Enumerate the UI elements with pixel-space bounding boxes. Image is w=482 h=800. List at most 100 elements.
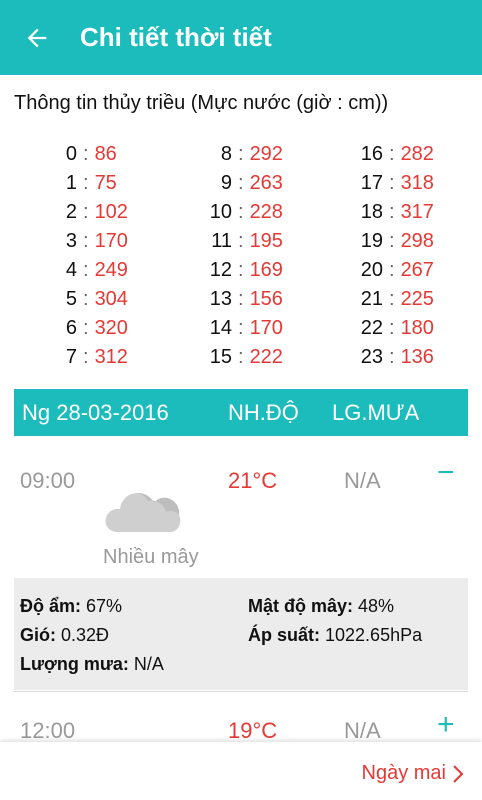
tide-separator: : bbox=[389, 201, 395, 223]
tide-separator: : bbox=[389, 317, 395, 339]
tide-separator: : bbox=[238, 143, 244, 165]
tide-level: 298 bbox=[400, 230, 434, 252]
pressure-value: 1022.65hPa bbox=[325, 625, 423, 645]
tide-hour: 21 bbox=[360, 288, 383, 310]
entry-temperature: 21°C bbox=[228, 468, 278, 493]
tide-separator: : bbox=[83, 288, 89, 310]
tide-hour: 19 bbox=[360, 230, 383, 252]
next-day-button[interactable]: Ngày mai bbox=[362, 762, 464, 785]
tide-separator: : bbox=[389, 143, 395, 165]
rainfall-label: Lượng mưa: bbox=[20, 654, 129, 674]
tide-row: 20:267 bbox=[347, 256, 434, 285]
tide-separator: : bbox=[83, 143, 89, 165]
tide-column: 0:86 1:75 2:102 3:170 4:249 5:304 6:320 7:312 bbox=[55, 140, 128, 372]
cloud-icon bbox=[104, 484, 182, 539]
tide-separator: : bbox=[83, 201, 89, 223]
tide-row: 2:102 bbox=[55, 198, 128, 227]
entry-time: 09:00 bbox=[20, 468, 76, 493]
wind-row: Gió: 0.32Đ bbox=[20, 625, 109, 646]
tide-hour: 6 bbox=[65, 317, 77, 339]
tide-hour: 3 bbox=[65, 230, 77, 252]
tide-level: 102 bbox=[94, 201, 128, 223]
tide-row: 19:298 bbox=[347, 227, 434, 256]
tide-hour: 11 bbox=[211, 230, 232, 252]
tide-separator: : bbox=[389, 172, 395, 194]
wind-value: 0.32Đ bbox=[61, 625, 110, 645]
tide-separator: : bbox=[389, 346, 395, 368]
tide-row: 8:292 bbox=[196, 140, 283, 169]
pressure-row: Áp suất: 1022.65hPa bbox=[248, 625, 422, 646]
forecast-table-header: Ng 28-03-2016 NH.ĐỘ LG.MƯA bbox=[14, 389, 468, 436]
tide-level: 170 bbox=[94, 230, 128, 252]
tide-separator: : bbox=[83, 259, 89, 281]
weather-description: Nhiều mây bbox=[103, 546, 199, 568]
tide-row: 5:304 bbox=[55, 285, 128, 314]
tide-row: 0:86 bbox=[55, 140, 128, 169]
humidity-value: 67% bbox=[86, 596, 123, 616]
tide-level: 228 bbox=[249, 201, 283, 223]
collapse-button[interactable]: − bbox=[437, 458, 455, 488]
entry-rain: N/A bbox=[344, 718, 381, 743]
tide-row: 4:249 bbox=[55, 256, 128, 285]
expand-button[interactable]: + bbox=[437, 710, 455, 740]
tide-level: 312 bbox=[94, 346, 128, 368]
next-day-label: Ngày mai bbox=[361, 762, 446, 784]
pressure-label: Áp suất: bbox=[248, 625, 320, 645]
rainfall-value: N/A bbox=[133, 654, 164, 674]
tide-level: 282 bbox=[400, 143, 434, 165]
tide-level: 292 bbox=[249, 143, 283, 165]
rainfall-row: Lượng mưa: N/A bbox=[20, 654, 164, 675]
tide-level: 320 bbox=[94, 317, 128, 339]
tide-row: 13:156 bbox=[196, 285, 283, 314]
tide-separator: : bbox=[83, 172, 89, 194]
tide-row: 17:318 bbox=[347, 169, 434, 198]
tide-separator: : bbox=[83, 230, 89, 252]
tide-hour: 5 bbox=[65, 288, 77, 310]
cloud-cover-value: 48% bbox=[358, 596, 395, 616]
tide-row: 21:225 bbox=[347, 285, 434, 314]
arrow-left-icon bbox=[27, 28, 47, 47]
wind-label: Gió: bbox=[20, 625, 56, 645]
tide-level: 222 bbox=[249, 346, 283, 368]
tide-level: 263 bbox=[249, 172, 283, 194]
tide-hour: 8 bbox=[220, 143, 232, 165]
rain-header: LG.MƯA bbox=[332, 400, 420, 425]
tide-row: 16:282 bbox=[347, 140, 434, 169]
tide-separator: : bbox=[238, 172, 244, 194]
tide-level: 318 bbox=[400, 172, 434, 194]
page-title: Chi tiết thời tiết bbox=[80, 22, 272, 52]
tide-column: 16:282 17:318 18:317 19:298 20:267 21:225 22:1… bbox=[347, 140, 434, 372]
tide-level: 317 bbox=[400, 201, 434, 223]
tide-level: 169 bbox=[249, 259, 283, 281]
temperature-header: NH.ĐỘ bbox=[228, 400, 299, 425]
tide-separator: : bbox=[389, 230, 395, 252]
tide-hour: 4 bbox=[65, 259, 77, 281]
tide-separator: : bbox=[238, 288, 244, 310]
entry-time: 12:00 bbox=[20, 718, 76, 743]
humidity-label: Độ ẩm: bbox=[20, 596, 82, 616]
tide-separator: : bbox=[389, 259, 395, 281]
tide-level: 225 bbox=[400, 288, 434, 310]
tide-row: 14:170 bbox=[196, 314, 283, 343]
tide-row: 7:312 bbox=[55, 343, 128, 372]
chevron-right-icon bbox=[453, 764, 464, 783]
tide-level: 180 bbox=[400, 317, 434, 339]
tide-hour: 1 bbox=[65, 172, 77, 194]
tide-level: 136 bbox=[400, 346, 434, 368]
tide-row: 10:228 bbox=[196, 198, 283, 227]
app-bar: Chi tiết thời tiết bbox=[0, 0, 482, 75]
tide-column: 8:292 9:263 10:228 11:195 12:169 13:156 14:170… bbox=[196, 140, 283, 372]
tide-hour: 16 bbox=[360, 143, 383, 165]
tide-level: 267 bbox=[400, 259, 434, 281]
humidity-row: Độ ẩm: 67% bbox=[20, 596, 122, 617]
tide-separator: : bbox=[389, 288, 395, 310]
tide-row: 1:75 bbox=[55, 169, 128, 198]
tide-hour: 2 bbox=[65, 201, 77, 223]
tide-hour: 7 bbox=[65, 346, 77, 368]
tide-row: 9:263 bbox=[196, 169, 283, 198]
tide-row: 6:320 bbox=[55, 314, 128, 343]
tide-hour: 9 bbox=[220, 172, 232, 194]
back-button[interactable] bbox=[0, 0, 74, 75]
tide-hour: 0 bbox=[65, 143, 77, 165]
tide-hour: 12 bbox=[209, 259, 232, 281]
